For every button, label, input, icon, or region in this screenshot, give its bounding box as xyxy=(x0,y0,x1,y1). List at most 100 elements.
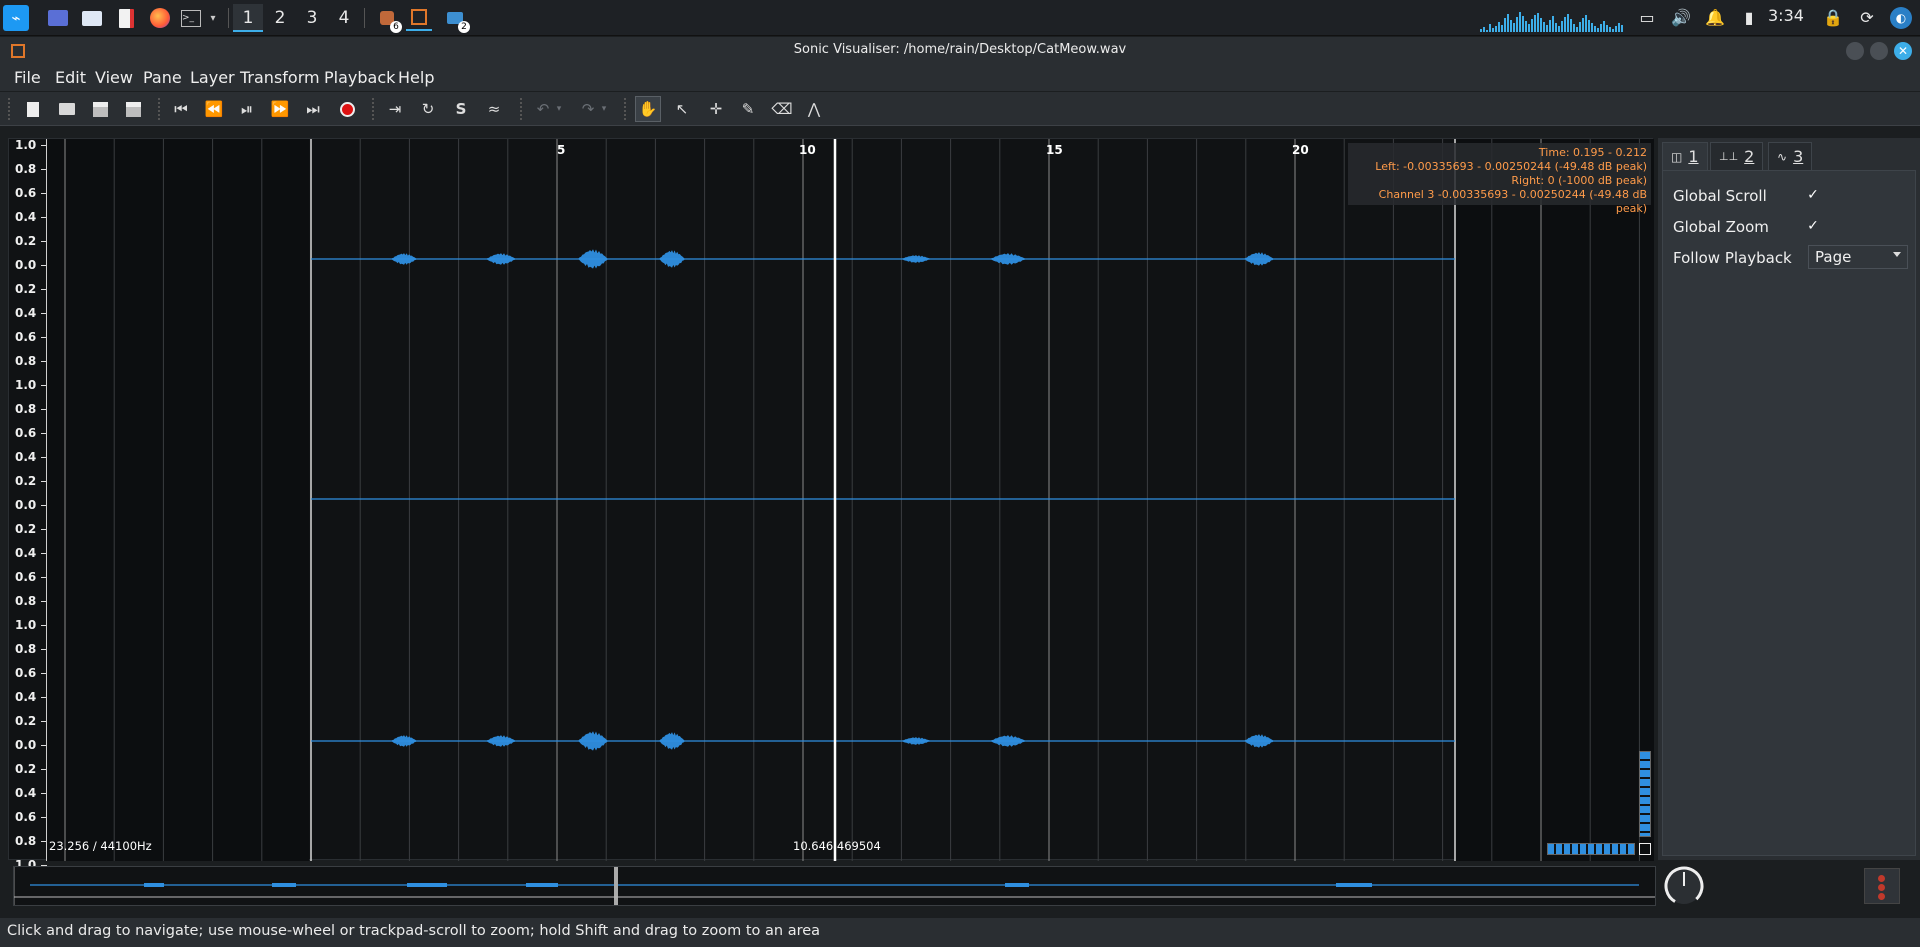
menu-layer[interactable]: Layer xyxy=(190,68,235,87)
virtual-desktop-4[interactable]: 4 xyxy=(329,4,359,32)
menu-transform[interactable]: Transform xyxy=(240,68,320,87)
task-folder-icon[interactable]: 2 xyxy=(442,5,470,33)
scale-label: 0.2 xyxy=(15,714,37,728)
scale-label: 0.2 xyxy=(15,282,37,296)
desktop-icon[interactable] xyxy=(45,5,71,31)
play-pause-icon[interactable]: ⏯ xyxy=(234,96,260,122)
waveform-pane[interactable]: 1.0 0.8 0.6 0.4 0.2 0.0 0.2 0.4 0.6 0.8 1.0 0.8 0.6 0… xyxy=(8,138,1654,872)
loop-icon[interactable]: ↻ xyxy=(415,96,441,122)
edit-icon[interactable]: ✛ xyxy=(703,96,729,122)
visualizer-bar xyxy=(1504,18,1506,32)
redo-history-icon[interactable]: ▾ xyxy=(597,96,611,122)
menu-playback[interactable]: Playback xyxy=(324,68,395,87)
status-bar: Click and drag to navigate; use mouse-wh… xyxy=(0,918,1920,947)
volume-icon[interactable]: 🔊 xyxy=(1670,7,1692,29)
chevron-down-icon[interactable]: ▾ xyxy=(206,5,220,31)
task-app-icon[interactable]: 6 xyxy=(374,5,402,33)
draw-icon[interactable]: ✎ xyxy=(735,96,761,122)
document-viewer-icon[interactable] xyxy=(113,5,139,31)
play-selection-icon[interactable]: ⇥ xyxy=(382,96,408,122)
terminal-icon[interactable]: >_ xyxy=(178,5,204,31)
overview-burst xyxy=(1005,883,1029,887)
record-icon[interactable] xyxy=(334,96,360,122)
menu-edit[interactable]: Edit xyxy=(55,68,86,87)
visualizer-bar xyxy=(1609,27,1611,32)
visualizer-bar xyxy=(1495,26,1497,32)
new-icon[interactable] xyxy=(20,96,46,122)
save-icon[interactable] xyxy=(87,96,113,122)
scale-label: 0.4 xyxy=(15,306,37,320)
firefox-icon[interactable] xyxy=(147,5,173,31)
app-launcher-icon[interactable]: ⌁ xyxy=(3,5,29,31)
visualizer-bar xyxy=(1621,25,1623,32)
overview-burst xyxy=(1336,883,1372,887)
task-sonic-visualiser-icon[interactable] xyxy=(406,5,432,31)
menu-help[interactable]: Help xyxy=(398,68,434,87)
measure-icon[interactable]: ⋀ xyxy=(801,96,827,122)
notifications-icon[interactable]: 🔔 xyxy=(1704,7,1726,29)
pane-settings-button[interactable] xyxy=(1639,843,1651,855)
post-audio-region xyxy=(1455,139,1654,861)
clipboard-icon[interactable]: ▭ xyxy=(1636,7,1658,29)
amplitude-scale: 1.0 0.8 0.6 0.4 0.2 0.0 0.2 0.4 0.6 0.8 1.0 0.8 0.6 0… xyxy=(9,138,47,872)
tab-layer-3[interactable]: ∿ 3 xyxy=(1768,142,1813,170)
visualizer-bar xyxy=(1618,23,1620,32)
solo-icon[interactable]: S xyxy=(448,96,474,122)
scale-label: 0.2 xyxy=(15,234,37,248)
battery-icon[interactable]: ▮ xyxy=(1738,7,1760,29)
rewind-icon[interactable]: ⏪ xyxy=(201,96,227,122)
visualizer-bar xyxy=(1561,21,1563,32)
virtual-desktop-3[interactable]: 3 xyxy=(297,4,327,32)
virtual-desktop-2[interactable]: 2 xyxy=(265,4,295,32)
fast-forward-icon[interactable]: ⏩ xyxy=(267,96,293,122)
scale-label: 0.8 xyxy=(15,594,37,608)
rewind-start-icon[interactable]: ⏮ xyxy=(168,96,194,122)
tab-layer-2[interactable]: ⊥⊥ 2 xyxy=(1710,142,1764,170)
scale-label: 1.0 xyxy=(15,618,37,632)
fast-forward-end-icon[interactable]: ⏭ xyxy=(300,96,326,122)
waveform-burst xyxy=(486,253,516,265)
close-button[interactable]: ✕ xyxy=(1894,42,1912,60)
playback-meter-icon[interactable] xyxy=(1864,868,1900,904)
speed-icon[interactable]: ≈ xyxy=(481,96,507,122)
save-as-icon[interactable] xyxy=(120,96,146,122)
tab-content: Global Scroll ✓ Global Zoom ✓ Follow Pla… xyxy=(1662,170,1916,856)
info-channel-3: Channel 3 -0.00335693 - 0.00250244 (-49.… xyxy=(1378,188,1647,215)
open-icon[interactable] xyxy=(54,96,80,122)
select-icon[interactable]: ↖ xyxy=(669,96,695,122)
menu-pane[interactable]: Pane xyxy=(143,68,182,87)
visualizer-bar xyxy=(1489,24,1491,32)
minimize-button[interactable] xyxy=(1846,42,1864,60)
zoom-knob[interactable] xyxy=(1662,864,1706,908)
follow-playback-select[interactable]: Page xyxy=(1808,245,1908,269)
overview-viewport-marker xyxy=(614,867,618,905)
file-manager-icon[interactable] xyxy=(79,5,105,31)
clock[interactable]: 3:34 xyxy=(1768,6,1804,25)
visualizer-bar xyxy=(1525,21,1527,32)
info-right-channel: Right: 0 (-1000 dB peak) xyxy=(1511,174,1647,187)
user-avatar-icon[interactable]: ◐ xyxy=(1890,7,1912,29)
visualizer-bar xyxy=(1492,28,1494,32)
erase-icon[interactable]: ⌫ xyxy=(769,96,795,122)
menu-file[interactable]: File xyxy=(14,68,41,87)
global-scroll-checkbox[interactable]: ✓ xyxy=(1805,187,1821,203)
refresh-icon[interactable]: ⟳ xyxy=(1856,7,1878,29)
waveform-canvas[interactable] xyxy=(9,139,1654,861)
navigate-icon[interactable]: ✋ xyxy=(635,96,661,122)
scale-label: 0.4 xyxy=(15,450,37,464)
overview-waveform[interactable] xyxy=(13,867,1655,905)
visualizer-bar xyxy=(1591,23,1593,32)
audio-visualizer-widget xyxy=(1480,12,1623,32)
tab-label: 3 xyxy=(1793,147,1804,166)
overview-burst xyxy=(144,883,164,887)
menu-view[interactable]: View xyxy=(95,68,133,87)
maximize-button[interactable] xyxy=(1870,42,1888,60)
global-zoom-checkbox[interactable]: ✓ xyxy=(1805,218,1821,234)
global-scroll-label: Global Scroll xyxy=(1673,187,1767,205)
overview-pane[interactable] xyxy=(13,866,1656,906)
undo-history-icon[interactable]: ▾ xyxy=(552,96,566,122)
lock-icon[interactable]: 🔒 xyxy=(1822,7,1844,29)
time-ruler-label: 20 xyxy=(1292,143,1309,157)
virtual-desktop-1[interactable]: 1 xyxy=(233,4,263,32)
tab-pane-1[interactable]: ◫ 1 xyxy=(1662,142,1708,170)
